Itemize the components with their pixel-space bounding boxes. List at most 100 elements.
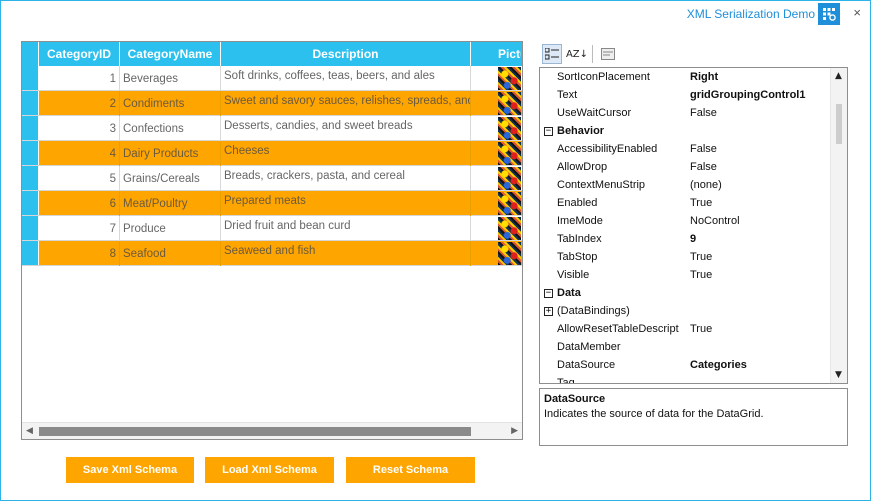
save-xml-schema-button[interactable]: Save Xml Schema (66, 457, 194, 483)
table-row[interactable]: 8 Seafood Seaweed and fish (22, 241, 522, 266)
cell-description[interactable]: Soft drinks, coffees, teas, beers, and a… (221, 66, 471, 91)
property-category[interactable]: − Data (540, 284, 831, 302)
cell-description[interactable]: Desserts, candies, and sweet breads (221, 116, 471, 141)
expander-icon[interactable]: − (544, 126, 553, 136)
property-value[interactable]: False (689, 143, 831, 155)
cell-categoryid[interactable]: 4 (39, 141, 120, 166)
cell-description[interactable]: Seaweed and fish (221, 241, 471, 266)
scroll-down-icon[interactable]: ▼ (835, 370, 842, 380)
property-grid[interactable]: SortIconPlacement Right Text gridGroupingCo… (539, 67, 848, 384)
row-header[interactable] (22, 216, 39, 240)
vertical-scroll-thumb[interactable] (836, 104, 842, 144)
table-row[interactable]: 7 Produce Dried fruit and bean curd (22, 216, 522, 241)
property-row[interactable]: ContextMenuStrip (none) (540, 176, 831, 194)
row-header[interactable] (22, 191, 39, 215)
cell-picture[interactable] (471, 116, 521, 141)
property-value[interactable]: True (689, 197, 831, 209)
property-row[interactable]: AccessibilityEnabled False (540, 140, 831, 158)
property-row[interactable]: SortIconPlacement Right (540, 68, 831, 86)
expander-icon[interactable]: + (544, 306, 553, 316)
row-header[interactable] (22, 116, 39, 140)
property-value[interactable]: Right (689, 71, 831, 83)
row-header[interactable] (22, 91, 39, 115)
load-xml-schema-button[interactable]: Load Xml Schema (205, 457, 334, 483)
table-row[interactable]: 4 Dairy Products Cheeses (22, 141, 522, 166)
table-row[interactable]: 6 Meat/Poultry Prepared meats (22, 191, 522, 216)
cell-categoryid[interactable]: 8 (39, 241, 120, 266)
property-row[interactable]: Text gridGroupingControl1 (540, 86, 831, 104)
property-value[interactable]: gridGroupingControl1 (689, 89, 831, 101)
cell-categoryid[interactable]: 1 (39, 66, 120, 91)
property-value[interactable]: False (689, 161, 831, 173)
close-button[interactable]: × (853, 5, 861, 20)
table-row[interactable]: 1 Beverages Soft drinks, coffees, teas, be… (22, 66, 522, 91)
column-header-description[interactable]: Description (221, 42, 471, 66)
cell-categoryid[interactable]: 6 (39, 191, 120, 216)
cell-categoryid[interactable]: 5 (39, 166, 120, 191)
cell-categoryname[interactable]: Dairy Products (120, 141, 221, 166)
cell-picture[interactable] (471, 91, 521, 116)
property-value[interactable]: False (689, 107, 831, 119)
cell-picture[interactable] (471, 141, 521, 166)
cell-categoryname[interactable]: Grains/Cereals (120, 166, 221, 191)
cell-categoryname[interactable]: Seafood (120, 241, 221, 266)
property-category[interactable]: − Behavior (540, 122, 831, 140)
property-row[interactable]: TabIndex 9 (540, 230, 831, 248)
property-value[interactable]: 9 (689, 233, 831, 245)
property-value[interactable]: True (689, 323, 831, 335)
property-value[interactable]: True (689, 269, 831, 281)
scroll-right-icon[interactable]: ▶ (511, 426, 518, 436)
property-value[interactable]: Categories (689, 359, 831, 371)
cell-description[interactable]: Prepared meats (221, 191, 471, 216)
column-header-picture[interactable]: Pictu (471, 42, 521, 66)
cell-picture[interactable] (471, 66, 521, 91)
categorized-button[interactable] (542, 44, 562, 64)
reset-schema-button[interactable]: Reset Schema (346, 457, 475, 483)
cell-description[interactable]: Dried fruit and bean curd (221, 216, 471, 241)
scroll-up-icon[interactable]: ▲ (835, 71, 842, 81)
property-row[interactable]: Tag (540, 374, 831, 383)
cell-categoryname[interactable]: Confections (120, 116, 221, 141)
cell-description[interactable]: Breads, crackers, pasta, and cereal (221, 166, 471, 191)
property-row[interactable]: AllowResetTableDescript True (540, 320, 831, 338)
property-pages-button[interactable] (598, 44, 618, 64)
row-header-corner[interactable] (22, 42, 39, 66)
cell-categoryid[interactable]: 3 (39, 116, 120, 141)
cell-description[interactable]: Cheeses (221, 141, 471, 166)
cell-categoryname[interactable]: Meat/Poultry (120, 191, 221, 216)
cell-picture[interactable] (471, 166, 521, 191)
vertical-scrollbar[interactable]: ▲ ▼ (830, 68, 847, 383)
row-header[interactable] (22, 166, 39, 190)
table-row[interactable]: 2 Condiments Sweet and savory sauces, reli… (22, 91, 522, 116)
cell-categoryname[interactable]: Produce (120, 216, 221, 241)
cell-picture[interactable] (471, 191, 521, 216)
cell-categoryname[interactable]: Condiments (120, 91, 221, 116)
table-row[interactable]: 5 Grains/Cereals Breads, crackers, pasta, … (22, 166, 522, 191)
property-row[interactable]: DataMember (540, 338, 831, 356)
property-value[interactable]: NoControl (689, 215, 831, 227)
scroll-left-icon[interactable]: ◀ (26, 426, 33, 436)
cell-categoryid[interactable]: 2 (39, 91, 120, 116)
property-row[interactable]: + (DataBindings) (540, 302, 831, 320)
property-row[interactable]: ImeMode NoControl (540, 212, 831, 230)
cell-picture[interactable] (471, 216, 521, 241)
row-header[interactable] (22, 66, 39, 90)
column-header-categoryname[interactable]: CategoryName (120, 42, 221, 66)
property-row[interactable]: DataSource Categories (540, 356, 831, 374)
expander-icon[interactable]: − (544, 288, 553, 298)
property-value[interactable]: (none) (689, 179, 831, 191)
property-row[interactable]: AllowDrop False (540, 158, 831, 176)
cell-categoryid[interactable]: 7 (39, 216, 120, 241)
property-row[interactable]: TabStop True (540, 248, 831, 266)
categories-grid[interactable]: CategoryID CategoryName Description Pict… (21, 41, 523, 440)
cell-picture[interactable] (471, 241, 521, 266)
cell-categoryname[interactable]: Beverages (120, 66, 221, 91)
property-row[interactable]: Visible True (540, 266, 831, 284)
alphabetical-button[interactable]: AZ↓ (566, 44, 588, 64)
horizontal-scroll-thumb[interactable] (39, 427, 471, 436)
property-row[interactable]: UseWaitCursor False (540, 104, 831, 122)
property-row[interactable]: Enabled True (540, 194, 831, 212)
column-header-categoryid[interactable]: CategoryID (39, 42, 120, 66)
cell-description[interactable]: Sweet and savory sauces, relishes, sprea… (221, 91, 471, 116)
row-header[interactable] (22, 141, 39, 165)
